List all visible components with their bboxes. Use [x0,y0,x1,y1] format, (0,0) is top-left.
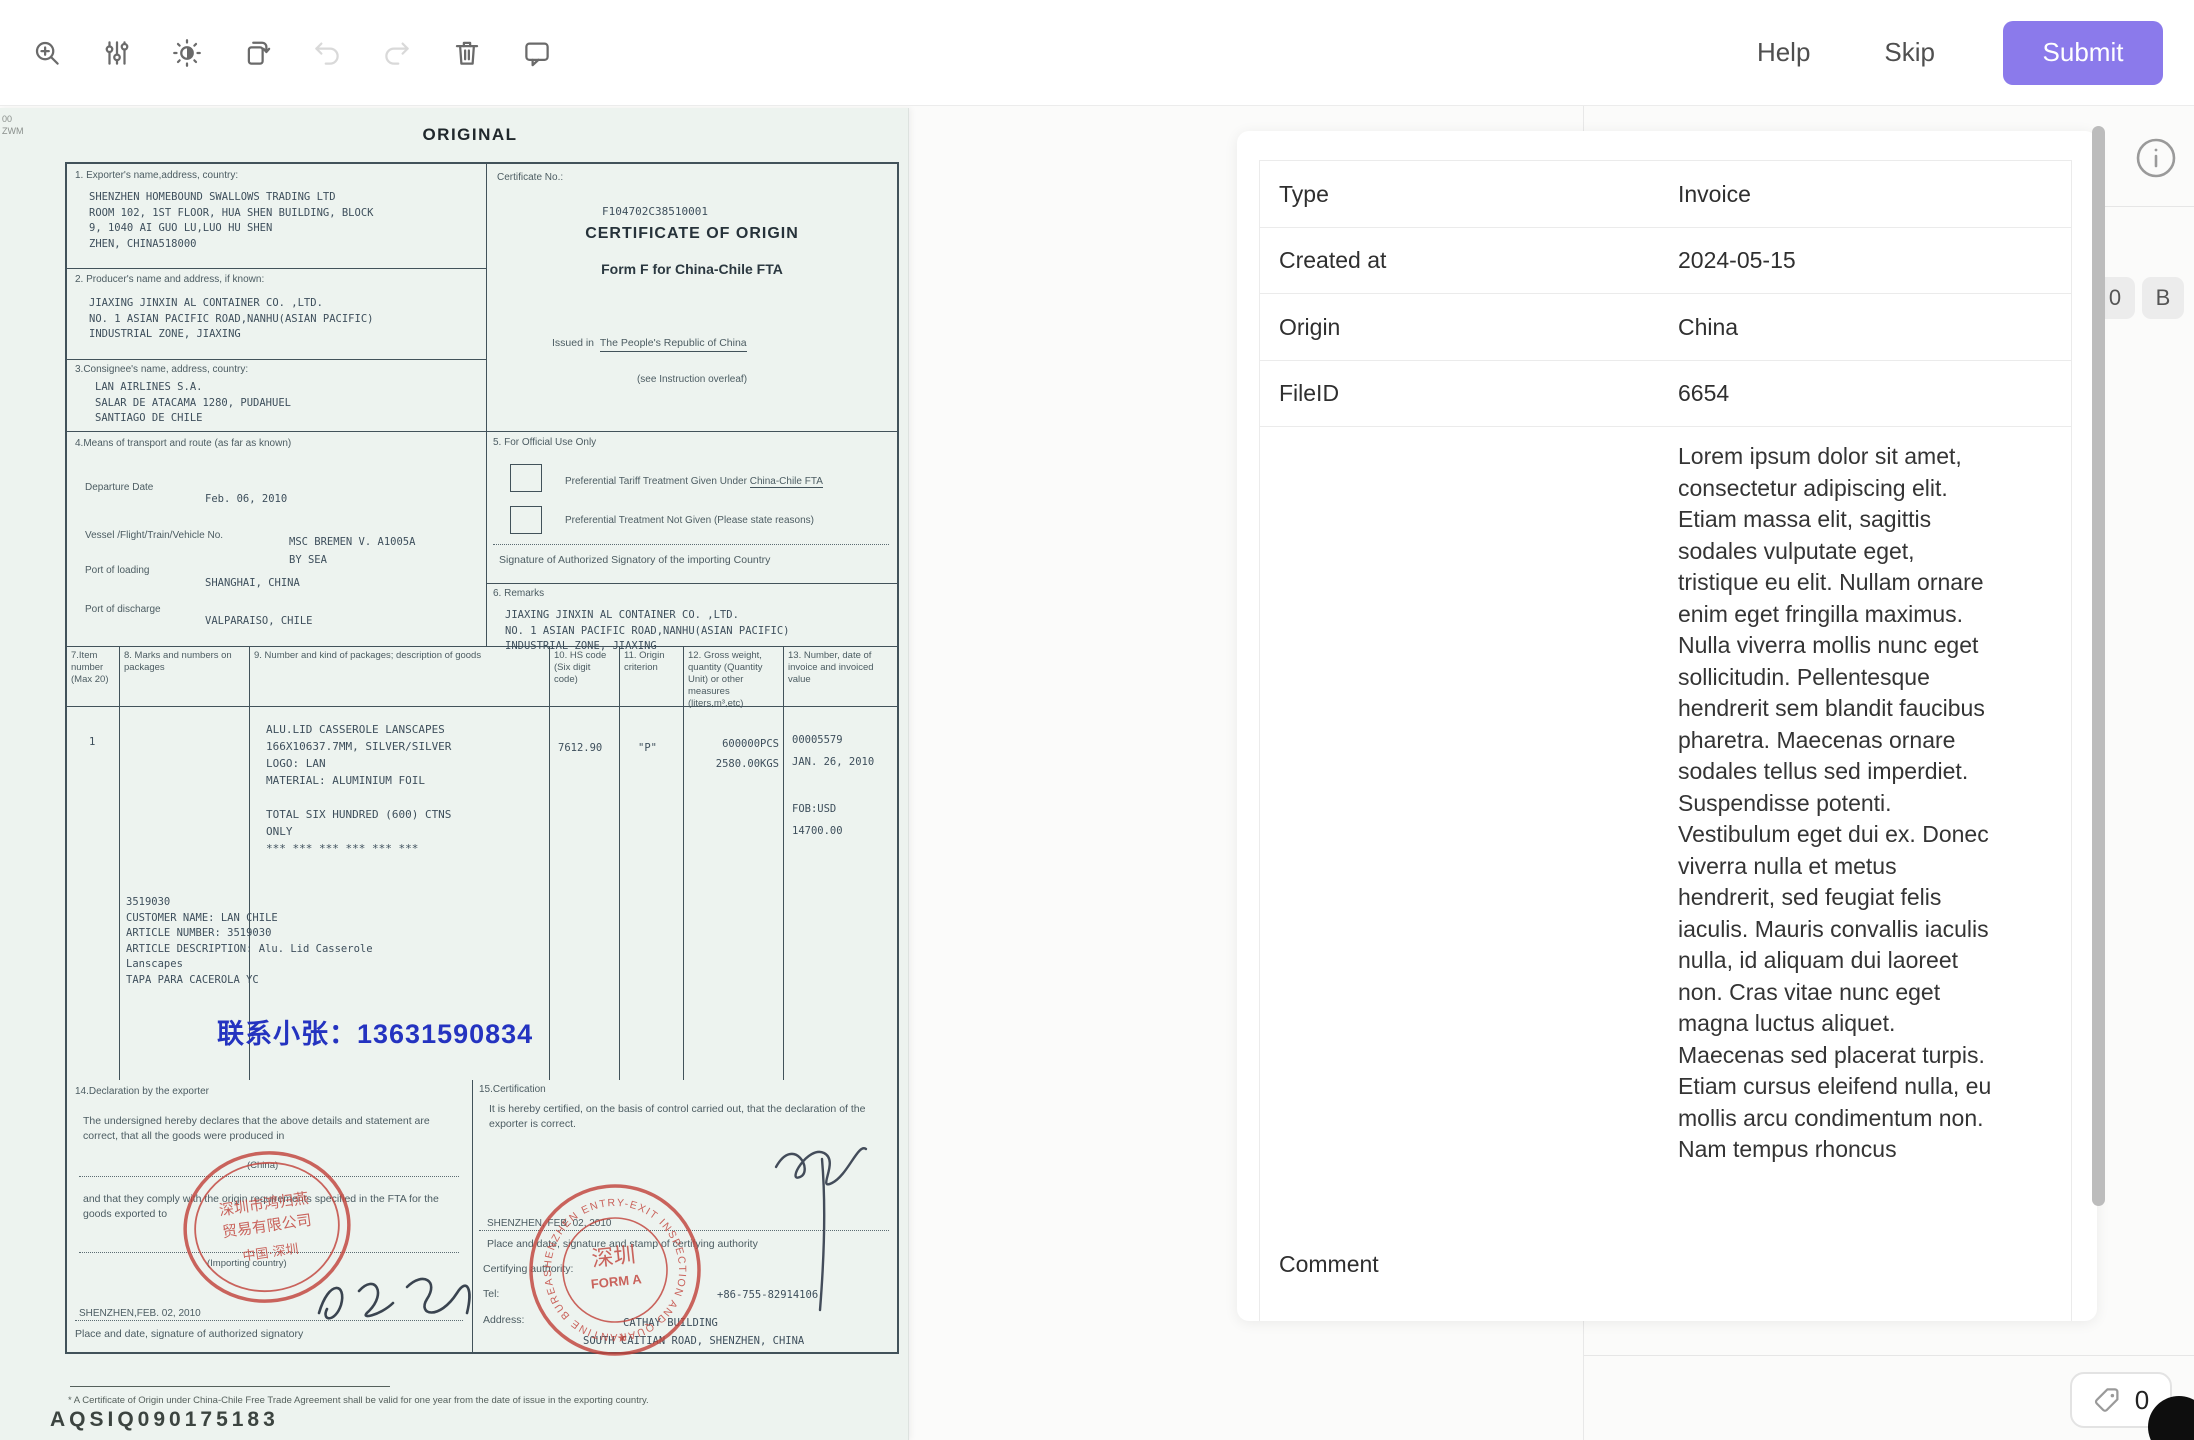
help-button[interactable]: Help [1751,36,1816,69]
table-row-fileid: FileID 6654 [1260,360,2071,427]
adjustments-button[interactable] [95,31,139,75]
col-header-gross-weight: 12. Gross weight, quantity (Quantity Uni… [684,647,784,707]
box-certification: 15.Certification It is hereby certified,… [473,1080,897,1352]
submit-button[interactable]: Submit [2003,21,2163,85]
box-exporter: 1. Exporter's name,address, country: SHE… [67,164,487,269]
rail-divider-bottom [1584,1355,2194,1356]
issued-in-value: The People's Republic of China [600,337,747,352]
issued-in-label: Issued in [552,337,594,349]
checkbox-preferential-not-given[interactable] [510,506,542,534]
trash-icon [452,38,482,68]
certificate-serial-number: AQSIQ090175183 [50,1408,279,1432]
undo-icon [312,38,342,68]
rotate-icon [242,38,272,68]
cell-hs-code: 7612.90 [550,707,620,1080]
skip-button[interactable]: Skip [1878,36,1941,69]
exporter-place-date: SHENZHEN,FEB. 02, 2010 [79,1308,201,1319]
box-remarks: 6. Remarks JIAXING JINXIN AL CONTAINER C… [487,584,897,647]
info-icon [2134,136,2178,180]
certificate-title: CERTIFICATE OF ORIGIN [487,225,897,243]
box-declaration: 14.Declaration by the exporter The under… [67,1080,473,1352]
panel-scrollbar[interactable] [2092,126,2105,1206]
instruction-note: (see Instruction overleaf) [487,374,897,385]
toolbar: Help Skip Submit [0,0,2194,106]
col-header-origin-criterion: 11. Origin criterion [620,647,684,707]
cell-origin-criterion: "P" [620,707,684,1080]
details-table: Type Invoice Created at 2024-05-15 Origi… [1259,160,2072,1321]
option-fta-underlined: China-Chile FTA [750,476,823,488]
footnote-rule [70,1386,390,1387]
sliders-icon [102,38,132,68]
certificate-number: F104702C38510001 [602,204,708,220]
comment-icon [522,38,552,68]
col-header-invoice: 13. Number, date of invoice and invoiced… [784,647,897,707]
box-producer: 2. Producer's name and address, if known… [67,269,487,360]
signature-line [493,544,889,545]
declaration-country: (China) [247,1160,278,1171]
row-value: 6654 [1678,380,1729,407]
info-button[interactable] [2134,136,2178,180]
redo-button[interactable] [375,31,419,75]
brightness-contrast-icon [172,38,202,68]
tag-count: 0 [2135,1385,2149,1416]
row-value: 2024-05-15 [1678,247,1796,274]
col-header-marks: 8. Marks and numbers on packages [120,647,250,707]
brightness-button[interactable] [165,31,209,75]
row-label: Origin [1279,314,1340,341]
certificate-table: 1. Exporter's name,address, country: SHE… [65,162,899,1354]
redo-icon [382,38,412,68]
validity-footnote: * A Certificate of Origin under China-Ch… [68,1395,908,1406]
comment-text: Lorem ipsum dolor sit amet, consectetur … [1678,441,1998,1166]
annotation-app: Help Skip Submit 00 ZWM ORIGINAL 1. Expo… [0,0,2194,1440]
rotate-button[interactable] [235,31,279,75]
col-header-packages: 9. Number and kind of packages; descript… [250,647,550,707]
box-official-use: 5. For Official Use Only Preferential Ta… [487,432,897,584]
zoom-button[interactable] [25,31,69,75]
certifier-place-date: SHENZHEN, FEB. 02, 2010 [487,1218,612,1229]
option-preferential-given: Preferential Tariff Treatment Given Unde… [565,476,750,487]
col-header-item: 7.Item number (Max 20) [67,647,120,707]
certifier-signature [758,1125,883,1315]
details-panel: Type Invoice Created at 2024-05-15 Origi… [1237,131,2097,1321]
exporter-signature [307,1265,482,1337]
toolbar-icon-group [25,0,559,105]
comment-label: Comment [1279,1251,1379,1278]
cell-invoice: 00005579 JAN. 26, 2010 FOB:USD 14700.00 [784,707,897,1080]
cell-quantity: 600000PCS 2580.00KGS [684,707,784,1080]
certificate-subtitle: Form F for China-Chile FTA [487,261,897,277]
importing-signatory-label: Signature of Authorized Signatory of the… [499,554,770,566]
document-copy-label: ORIGINAL [0,125,940,145]
tag-icon [2093,1385,2123,1415]
cell-item-number: 1 [67,707,120,1080]
zoom-in-icon [32,38,62,68]
comment-button[interactable] [515,31,559,75]
row-label: Created at [1279,247,1386,274]
box-transport: 4.Means of transport and route (as far a… [67,432,487,647]
handwritten-contact-note: 联系小张：13631590834 [217,1012,533,1051]
option-preferential-not-given: Preferential Treatment Not Given (Please… [565,515,895,526]
table-row-created-at: Created at 2024-05-15 [1260,227,2071,294]
row-value: China [1678,314,1738,341]
row-value: Invoice [1678,181,1751,208]
box-certificate-header: Certificate No.: F104702C38510001 CERTIF… [487,164,897,432]
toolbar-actions: Help Skip Submit [1751,0,2163,105]
undo-button[interactable] [305,31,349,75]
importing-country-hint: (Importing country) [207,1258,287,1269]
row-label: Type [1279,181,1329,208]
table-row-origin: Origin China [1260,294,2071,361]
delete-button[interactable] [445,31,489,75]
col-header-hs-code: 10. HS code (Six digit code) [550,647,620,707]
row-label: FileID [1279,380,1339,407]
checkbox-preferential-given[interactable] [510,464,542,492]
shortcut-chip-b[interactable]: B [2142,277,2184,319]
box-consignee: 3.Consignee's name, address, country: LA… [67,360,487,432]
table-row-type: Type Invoice [1260,161,2071,228]
